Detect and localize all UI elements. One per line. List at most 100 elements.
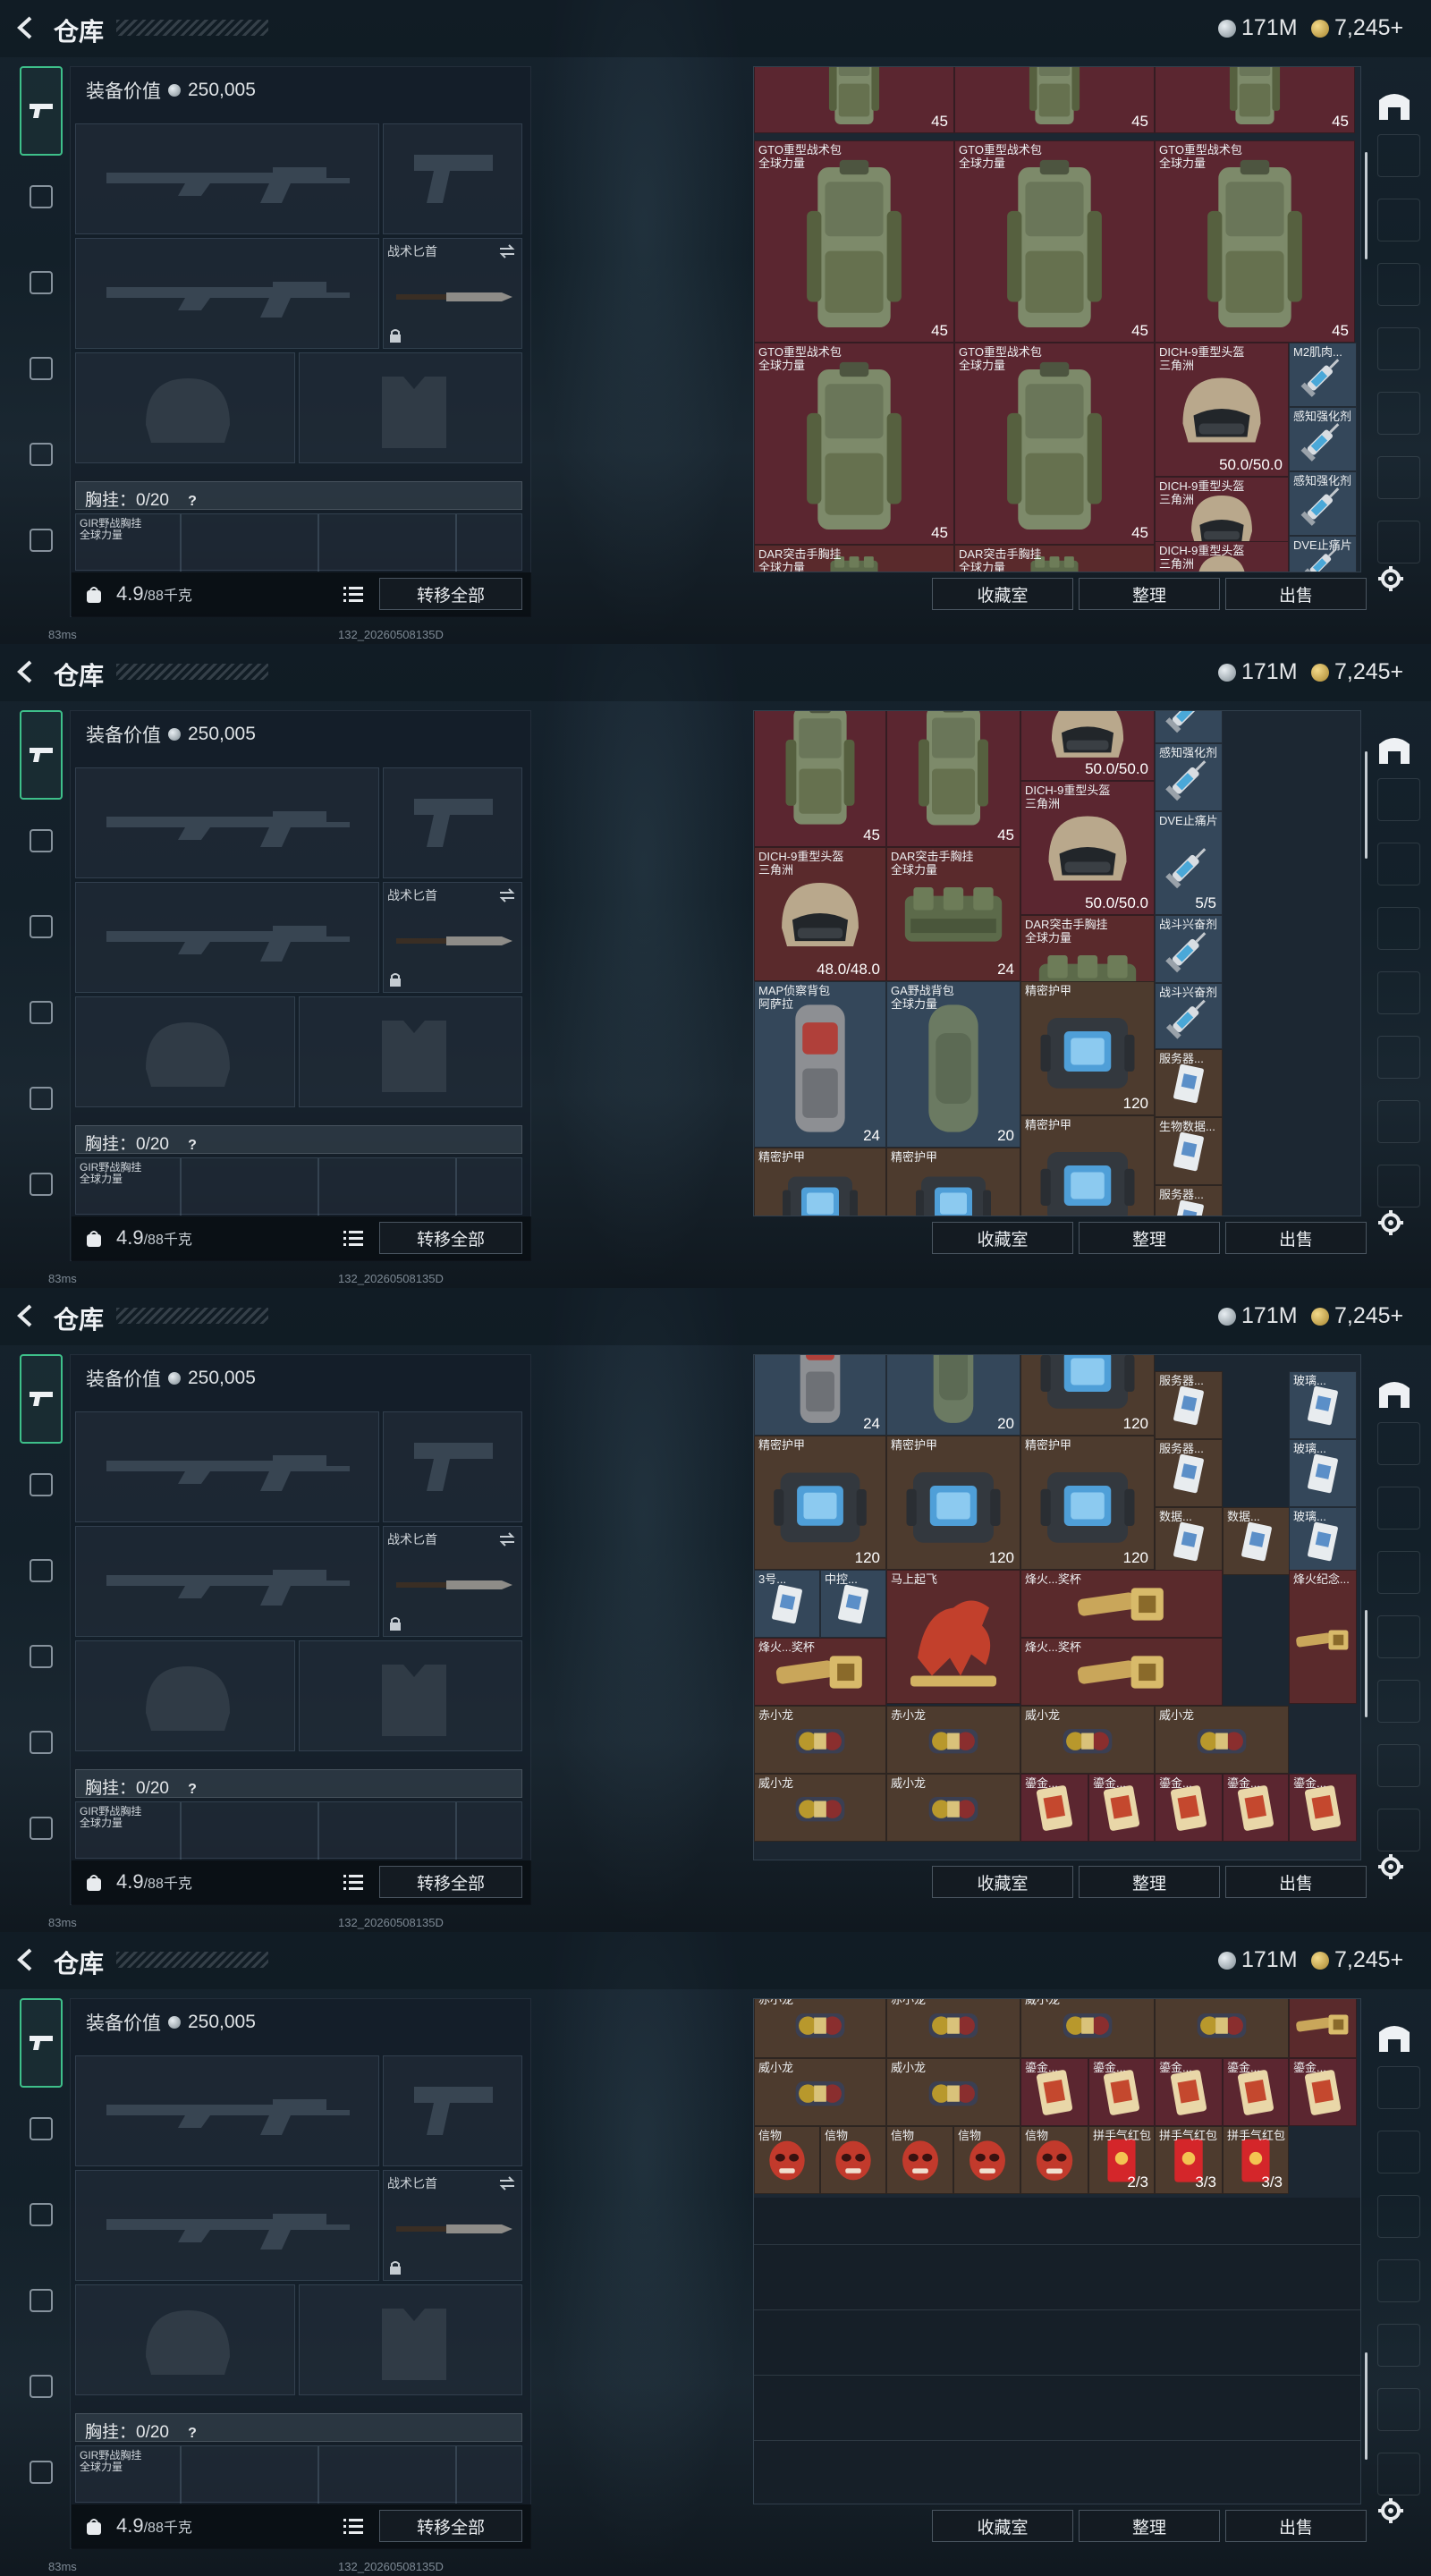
tab-weapons[interactable] xyxy=(20,66,63,156)
inventory-item[interactable]: 玻璃... xyxy=(1289,1371,1357,1439)
storage-tab[interactable] xyxy=(1377,2131,1420,2174)
inventory-item[interactable]: 赤小龙 xyxy=(886,1706,1020,1774)
armor-slot[interactable] xyxy=(299,2284,522,2395)
inventory-item[interactable]: 45 xyxy=(1155,67,1355,133)
tab-case[interactable] xyxy=(20,1163,63,1206)
empty-slots[interactable] xyxy=(754,2198,1360,2504)
tab-container[interactable] xyxy=(20,433,63,476)
help-icon[interactable]: ? xyxy=(183,1782,201,1798)
rig-slots[interactable]: GIR野战胸挂 全球力量 xyxy=(75,1801,522,1860)
tab-weapons[interactable] xyxy=(20,710,63,800)
sell-button[interactable]: 出售 xyxy=(1225,1222,1367,1254)
list-icon[interactable] xyxy=(343,585,363,603)
secondary-weapon-slot[interactable] xyxy=(75,1526,379,1637)
vault-icon[interactable] xyxy=(1376,86,1413,123)
inventory-item[interactable]: 烽火...奖杯 xyxy=(1020,1570,1223,1638)
inventory-item[interactable]: 45 xyxy=(754,711,886,847)
favorites-button[interactable]: 收藏室 xyxy=(932,1866,1073,1898)
inventory-item[interactable]: 45 xyxy=(754,67,954,133)
inventory-item[interactable]: 鎏金... xyxy=(1155,1774,1223,1842)
inventory-item[interactable]: 赤小龙 xyxy=(754,1999,886,2058)
inventory-item[interactable]: 120 xyxy=(1020,1355,1155,1436)
sell-button[interactable]: 出售 xyxy=(1225,578,1367,610)
storage-tab[interactable] xyxy=(1377,456,1420,499)
inventory-item[interactable]: 精密护甲120 xyxy=(1020,1115,1155,1216)
inventory-item[interactable]: 威小龙 xyxy=(754,2058,886,2126)
inventory-item[interactable] xyxy=(1289,1999,1357,2058)
inventory-item[interactable]: DAR突击手胸挂 全球力量 xyxy=(954,545,1155,572)
inventory-item[interactable]: 威小龙 xyxy=(1155,1706,1289,1774)
primary-weapon-slot[interactable] xyxy=(75,767,379,878)
inventory-item[interactable]: 数据... xyxy=(1223,1507,1290,1575)
swap-icon[interactable] xyxy=(498,1532,516,1546)
storage-tab[interactable] xyxy=(1377,263,1420,306)
inventory-item[interactable]: GTO重型战术包 全球力量 45 xyxy=(754,343,954,545)
inventory-item[interactable]: DICH-9重型头盔 三角洲 48.0/48.0 xyxy=(754,847,886,981)
gold-currency[interactable]: 7,245+ xyxy=(1311,1303,1403,1329)
grid-scrollbar[interactable] xyxy=(1365,152,1367,259)
tab-container[interactable] xyxy=(20,1077,63,1120)
sell-button[interactable]: 出售 xyxy=(1225,2510,1367,2542)
helmet-slot[interactable] xyxy=(75,1640,295,1751)
storage-tab[interactable] xyxy=(1377,2195,1420,2238)
storage-tab[interactable] xyxy=(1377,2453,1420,2496)
inventory-item[interactable]: 感知强化剂 xyxy=(1155,743,1223,811)
tab-rig[interactable] xyxy=(20,2107,63,2150)
tab-armor[interactable] xyxy=(20,2193,63,2236)
tab-container[interactable] xyxy=(20,2365,63,2408)
secondary-weapon-slot[interactable] xyxy=(75,2170,379,2281)
inventory-item[interactable]: 威小龙 xyxy=(754,1774,886,1842)
inventory-item[interactable]: 鎏金... xyxy=(1020,1774,1088,1842)
sell-button[interactable]: 出售 xyxy=(1225,1866,1367,1898)
grid-scrollbar[interactable] xyxy=(1365,1610,1367,1717)
inventory-item[interactable]: 烽火...奖杯 xyxy=(1020,1638,1223,1706)
inventory-item[interactable]: 威小龙 xyxy=(886,1774,1020,1842)
storage-tab[interactable] xyxy=(1377,1551,1420,1594)
inventory-item[interactable] xyxy=(1155,1999,1289,2058)
inventory-item[interactable]: 威小龙 xyxy=(886,2058,1020,2126)
inventory-item[interactable]: DVE止痛片 xyxy=(1289,536,1357,572)
favorites-button[interactable]: 收藏室 xyxy=(932,578,1073,610)
warehouse-grid[interactable]: 赤小龙 赤小龙 威小龙 威小龙 威小龙 鎏金... 鎏金... 鎏金... 鎏金... 鎏金...… xyxy=(753,1998,1361,2504)
knife-slot[interactable]: 战术匕首 xyxy=(383,1526,522,1637)
storage-tab[interactable] xyxy=(1377,1615,1420,1658)
inventory-item[interactable]: 服务器... xyxy=(1155,1185,1223,1216)
tab-weapons[interactable] xyxy=(20,1354,63,1444)
list-icon[interactable] xyxy=(343,2517,363,2535)
rig-slots[interactable]: GIR野战胸挂 全球力量 xyxy=(75,513,522,572)
tab-rig[interactable] xyxy=(20,1463,63,1506)
inventory-item[interactable]: 玻璃... xyxy=(1289,1507,1357,1575)
storage-tab[interactable] xyxy=(1377,2388,1420,2431)
inventory-item[interactable]: 鎏金... xyxy=(1088,2058,1155,2126)
vault-icon[interactable] xyxy=(1376,1374,1413,1411)
armor-slot[interactable] xyxy=(299,352,522,463)
tab-case[interactable] xyxy=(20,1807,63,1850)
armor-slot[interactable] xyxy=(299,1640,522,1751)
inventory-item[interactable]: 感知强化剂 xyxy=(1289,471,1357,536)
inventory-item[interactable]: 拼手气红包 2/3 xyxy=(1088,2126,1155,2194)
back-arrow-icon[interactable] xyxy=(13,14,38,41)
inventory-item[interactable]: 精密护甲120 xyxy=(1020,1436,1155,1570)
inventory-item[interactable]: 玻璃... xyxy=(1289,1439,1357,1507)
inventory-item[interactable]: 感知强化剂 xyxy=(1155,711,1223,743)
inventory-item[interactable]: DAR突击手胸挂全球力量 24 xyxy=(886,847,1020,981)
inventory-item[interactable]: 服务器... xyxy=(1155,1371,1223,1439)
storage-tab[interactable] xyxy=(1377,2324,1420,2367)
inventory-item[interactable]: 鎏金... xyxy=(1155,2058,1223,2126)
inventory-item[interactable]: GTO重型战术包 全球力量 45 xyxy=(754,140,954,343)
inventory-item[interactable]: 中控... xyxy=(820,1570,886,1638)
rig-slots[interactable]: GIR野战胸挂 全球力量 xyxy=(75,1157,522,1216)
inventory-item[interactable]: 赤小龙 xyxy=(754,1706,886,1774)
storage-tab[interactable] xyxy=(1377,1487,1420,1530)
tab-backpack[interactable] xyxy=(20,991,63,1034)
gold-currency[interactable]: 7,245+ xyxy=(1311,1947,1403,1973)
inventory-item[interactable]: 鎏金... xyxy=(1289,1774,1357,1842)
inventory-item[interactable]: DAR突击手胸挂 全球力量 xyxy=(754,545,954,572)
tab-armor[interactable] xyxy=(20,905,63,948)
pistol-slot[interactable] xyxy=(383,123,522,234)
inventory-item[interactable]: 信物 xyxy=(953,2126,1020,2194)
transfer-all-button[interactable]: 转移全部 xyxy=(379,1866,522,1898)
grid-scrollbar[interactable] xyxy=(1365,2352,1367,2460)
storage-tab[interactable] xyxy=(1377,1680,1420,1723)
silver-currency[interactable]: 171M xyxy=(1218,1303,1298,1329)
